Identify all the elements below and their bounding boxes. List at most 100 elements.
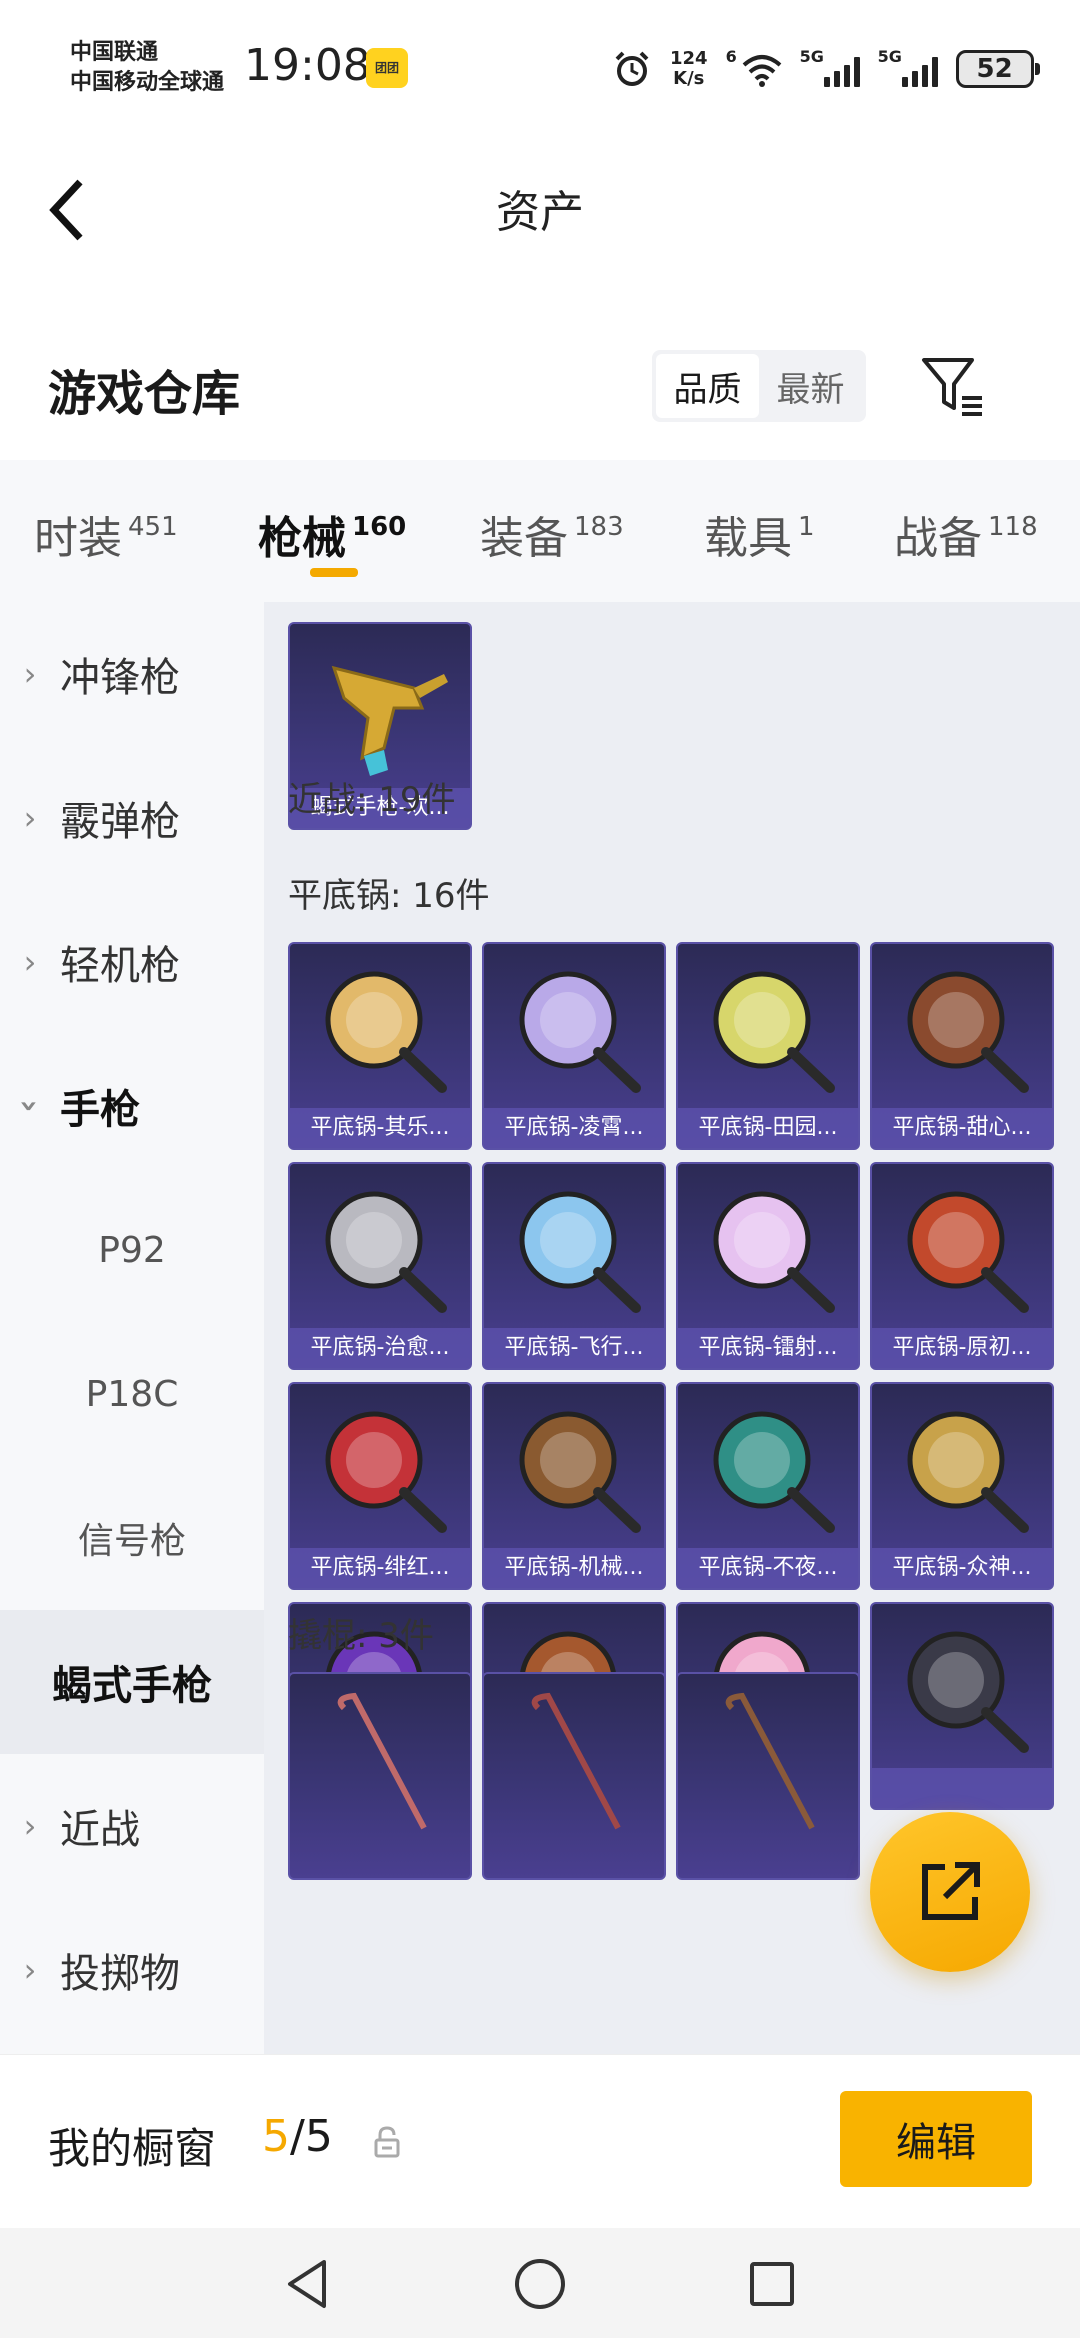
item-name: 平底锅-飞行... — [484, 1328, 664, 1368]
tab-label: 装备 — [480, 513, 568, 564]
pan-item-card[interactable]: 平底锅-其乐... — [288, 942, 472, 1150]
pan-item-card[interactable]: 平底锅-飞行... — [482, 1162, 666, 1370]
pan-item-card[interactable]: 平底锅-镭射... — [676, 1162, 860, 1370]
item-name: 平底锅-治愈... — [290, 1328, 470, 1368]
warehouse-title: 游戏仓库 — [48, 366, 241, 422]
item-name: 平底锅-不夜... — [678, 1548, 858, 1588]
frying-pan-icon — [519, 971, 641, 1093]
item-card[interactable] — [482, 1672, 666, 1880]
pan-count-label: 平底锅: 16件 — [288, 876, 490, 916]
frying-pan-icon — [519, 1191, 641, 1313]
item-name: 平底锅-原初... — [872, 1328, 1052, 1368]
pan-item-card[interactable]: 平底锅-绯红... — [288, 1382, 472, 1590]
sidebar-subitem-p92[interactable]: P92 — [0, 1178, 264, 1322]
showcase-total: /5 — [290, 2111, 333, 2162]
pan-item-card[interactable]: 平底锅-不夜... — [676, 1382, 860, 1590]
tab-vehicles[interactable]: 载具 1 — [704, 502, 815, 566]
tab-label: 时装 — [34, 513, 122, 564]
clock: 19:08 — [244, 40, 371, 91]
crowbar-icon — [725, 1692, 815, 1830]
item-name: 平底锅-镭射... — [678, 1328, 858, 1368]
carrier-1: 中国联通 — [70, 40, 159, 65]
carrier-info: 中国联通 中国移动全球通 — [70, 38, 224, 98]
sidebar-item-lmg[interactable]: › 轻机枪 — [0, 890, 264, 1034]
sidebar-subitem-flare-gun[interactable]: 信号枪 — [0, 1466, 264, 1610]
alarm-icon — [615, 51, 649, 86]
nav-back-icon[interactable] — [276, 2252, 340, 2316]
frying-pan-icon — [907, 1631, 1029, 1753]
status-bar: 中国联通 中国移动全球通 19:08 团团 124 K/s 6 5G 5G 52 — [0, 0, 1080, 130]
sidebar-item-label: 冲锋枪 — [60, 655, 180, 701]
tab-firearms[interactable]: 枪械 160 — [258, 502, 406, 566]
share-button[interactable] — [870, 1812, 1030, 1972]
sort-latest-button[interactable]: 最新 — [759, 354, 862, 418]
filter-icon[interactable] — [918, 352, 988, 422]
pan-item-card[interactable]: 平底锅-治愈... — [288, 1162, 472, 1370]
pan-item-card[interactable]: 平底锅-机械... — [482, 1382, 666, 1590]
showcase-count: 5/5 — [262, 2111, 333, 2162]
nav-recents-icon[interactable] — [740, 2252, 804, 2316]
pan-item-card[interactable]: 平底锅-众神... — [870, 1382, 1054, 1590]
category-tabs: 时装 451 枪械 160 装备 183 载具 1 战备 118 — [0, 460, 1080, 602]
frying-pan-icon — [713, 1191, 835, 1313]
app-header: 资产 — [0, 130, 1080, 280]
sort-quality-button[interactable]: 品质 — [656, 354, 759, 418]
item-card[interactable] — [288, 1672, 472, 1880]
showcase-used: 5 — [262, 2111, 290, 2162]
frying-pan-icon — [907, 971, 1029, 1093]
pan-item-card[interactable]: 平底锅-田园... — [676, 942, 860, 1150]
sidebar-item-label: 手枪 — [60, 1087, 140, 1133]
tab-equipment[interactable]: 装备 183 — [480, 502, 624, 566]
frying-pan-icon — [713, 971, 835, 1093]
frying-pan-icon — [713, 1411, 835, 1533]
sidebar-item-pistol[interactable]: › 手枪 — [0, 1034, 264, 1178]
showcase-label: 我的橱窗 — [48, 2124, 217, 2173]
sidebar-item-label: 投掷物 — [60, 1951, 180, 1997]
tab-label: 战备 — [894, 513, 982, 564]
item-name: 平底锅-田园... — [678, 1108, 858, 1148]
showcase-bar: 我的橱窗 5/5 编辑 — [0, 2054, 1080, 2228]
pan-item-card[interactable] — [870, 1602, 1054, 1810]
edit-button[interactable]: 编辑 — [840, 2091, 1032, 2187]
nav-home-icon[interactable] — [508, 2252, 572, 2316]
status-icons: 124 K/s 6 5G 5G 52 — [612, 44, 1040, 94]
chevron-down-icon: › — [11, 1099, 49, 1113]
chevron-right-icon: › — [23, 655, 37, 693]
weapon-category-sidebar: › 冲锋枪 › 霰弹枪 › 轻机枪 › 手枪 P92 P18C 信号枪 蝎式手枪 › 近战… — [0, 602, 264, 2054]
tab-count: 451 — [128, 512, 178, 542]
wifi-icon: 6 — [726, 47, 782, 87]
warehouse-bar: 游戏仓库 品质 最新 — [0, 330, 1080, 460]
wifi-tag: 6 — [725, 47, 737, 66]
sidebar-subitem-skorpion[interactable]: 蝎式手枪 — [0, 1610, 264, 1754]
crowbar-count-label: 撬棍: 3件 — [288, 1616, 434, 1656]
sidebar-item-shotgun[interactable]: › 霰弹枪 — [0, 746, 264, 890]
sidebar-item-label: 近战 — [60, 1807, 140, 1853]
sidebar-item-smg[interactable]: › 冲锋枪 — [0, 602, 264, 746]
item-card[interactable] — [676, 1672, 860, 1880]
sidebar-item-label: 霰弹枪 — [60, 799, 180, 845]
signal-sim2-icon: 5G — [878, 47, 938, 87]
frying-pan-icon — [325, 971, 447, 1093]
sim1-tag: 5G — [799, 47, 824, 66]
item-name: 平底锅-众神... — [872, 1548, 1052, 1588]
external-link-icon — [922, 1862, 980, 1920]
pan-item-card[interactable]: 平底锅-甜心... — [870, 942, 1054, 1150]
sidebar-item-throwables[interactable]: › 投掷物 — [0, 1898, 264, 2042]
item-name: 平底锅-其乐... — [290, 1108, 470, 1148]
carrier-2: 中国移动全球通 — [70, 70, 225, 95]
pan-item-card[interactable]: 平底锅-凌霄... — [482, 942, 666, 1150]
sidebar-item-melee[interactable]: › 近战 — [0, 1754, 264, 1898]
tab-count: 183 — [574, 512, 624, 542]
crowbar-icon — [531, 1692, 621, 1830]
tab-fashion[interactable]: 时装 451 — [34, 502, 178, 566]
chevron-right-icon: › — [23, 1951, 37, 1989]
item-name: 平底锅-凌霄... — [484, 1108, 664, 1148]
speed-value: 124 — [670, 48, 708, 69]
pan-item-card[interactable]: 平底锅-原初... — [870, 1162, 1054, 1370]
tab-supplies[interactable]: 战备 118 — [894, 502, 1038, 566]
battery-level: 52 — [976, 54, 1013, 84]
sidebar-subitem-p18c[interactable]: P18C — [0, 1322, 264, 1466]
frying-pan-icon — [325, 1191, 447, 1313]
skorpion-pistol-icon — [331, 665, 448, 776]
melee-count-label: 近战: 19件 — [288, 780, 456, 820]
